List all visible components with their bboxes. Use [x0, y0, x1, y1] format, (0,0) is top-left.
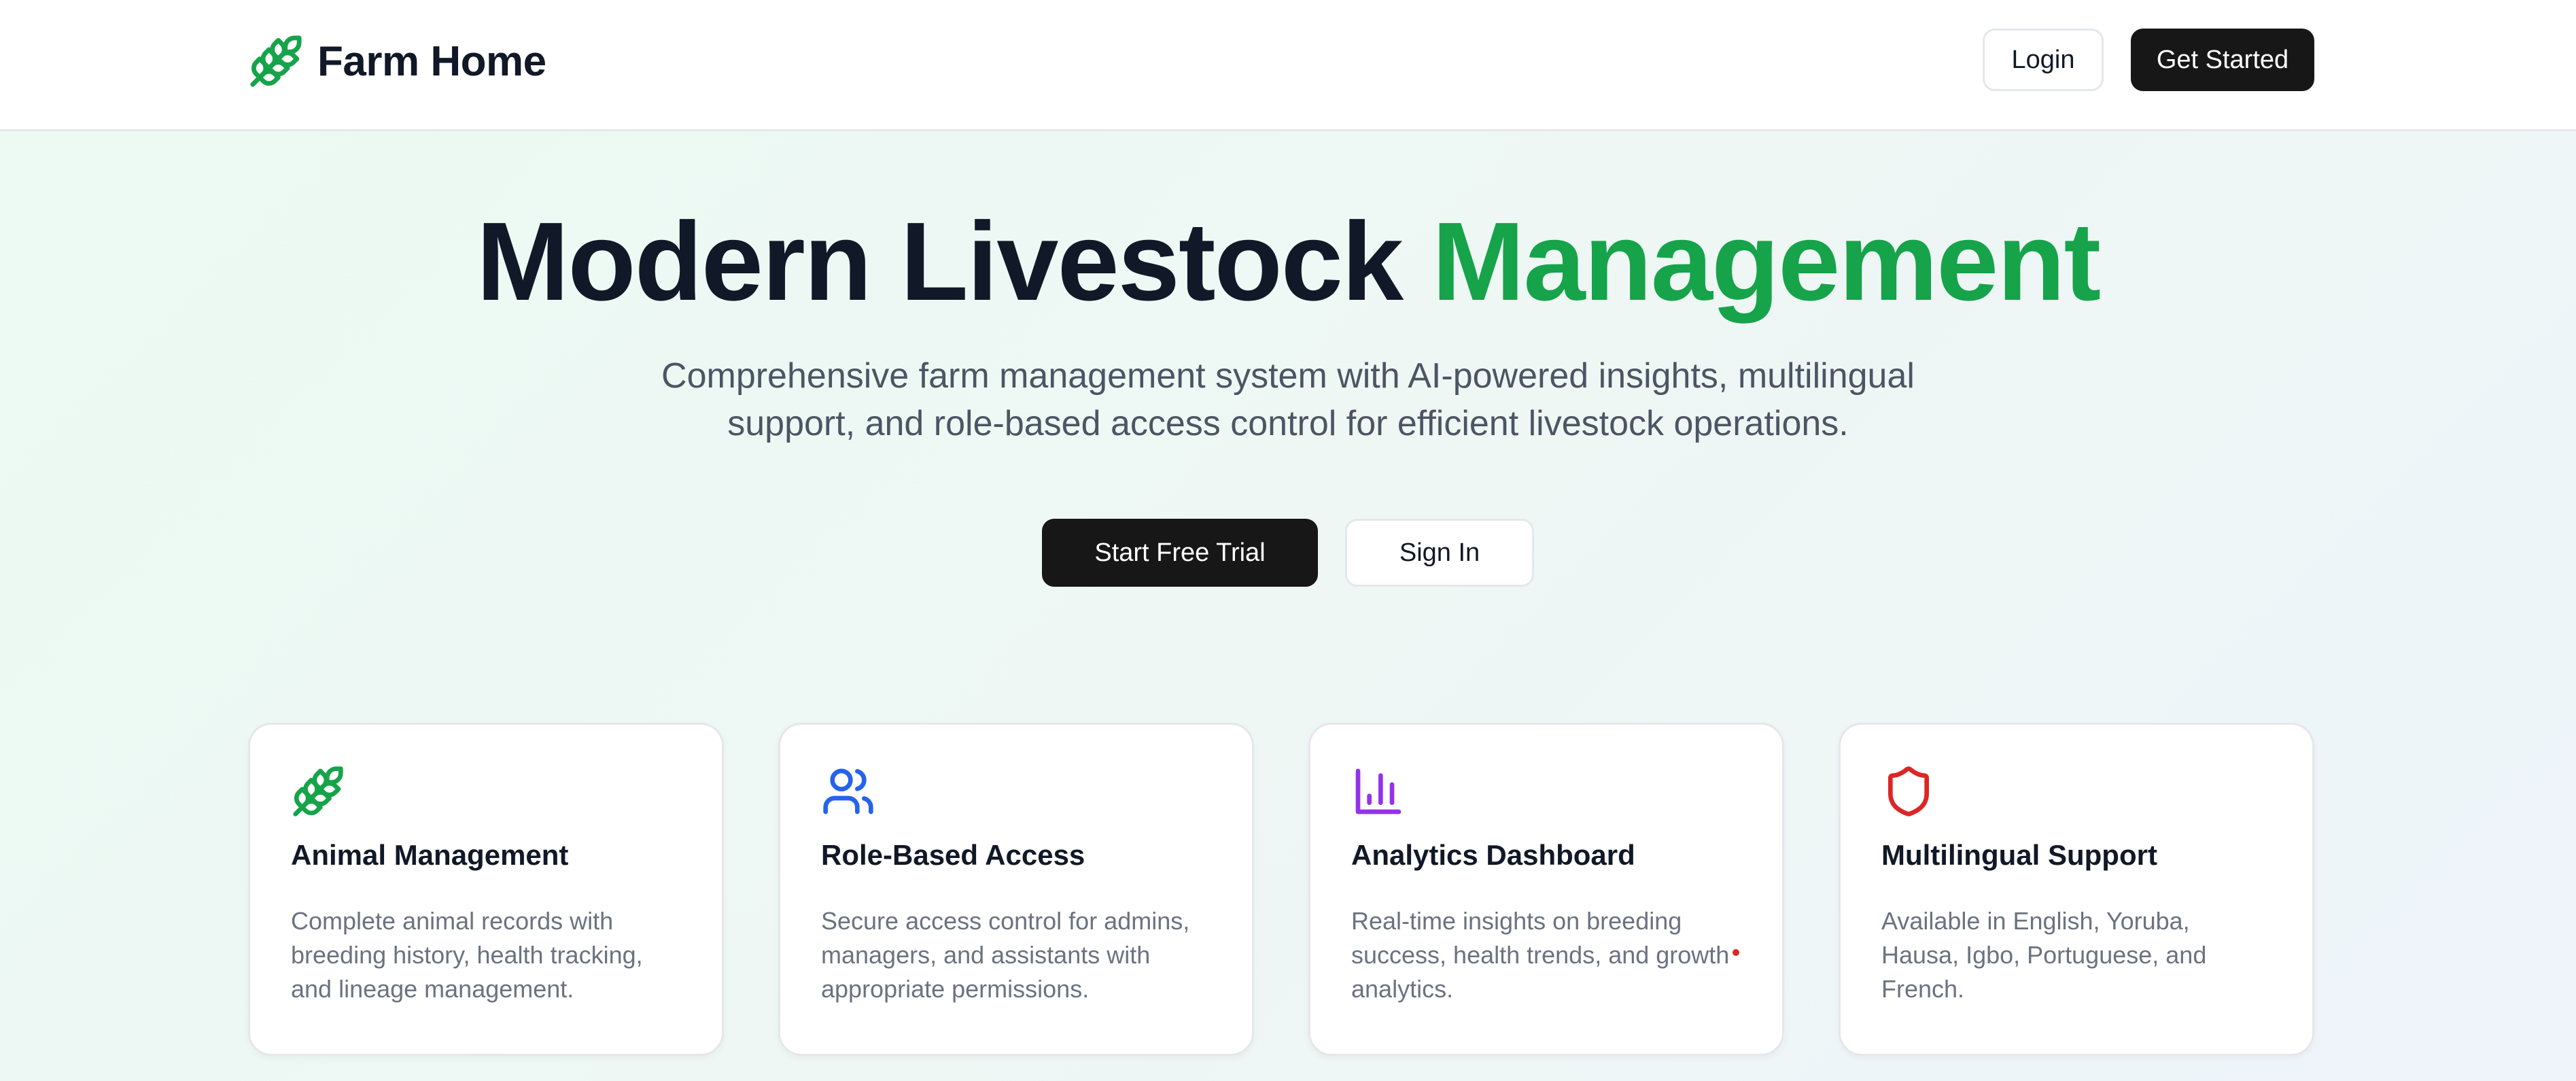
hero-section: Modern Livestock Management Comprehensiv… — [0, 131, 2576, 1081]
hero-title-main: Modern Livestock — [476, 199, 1404, 324]
shield-icon — [1881, 764, 1936, 819]
hero-actions: Start Free Trial Sign In — [0, 519, 2576, 587]
card-description: Available in English, Yoruba, Hausa, Igb… — [1881, 907, 2207, 1003]
brand-name: Farm Home — [317, 37, 546, 85]
indicator-dot — [1733, 949, 1739, 956]
feature-card-role-based-access: Role-Based Access Secure access control … — [778, 723, 1254, 1056]
card-title: Analytics Dashboard — [1351, 839, 1635, 871]
card-description: Complete animal records with breeding hi… — [291, 907, 643, 1003]
login-button[interactable]: Login — [1983, 29, 2104, 91]
hero-subtitle: Comprehensive farm management system wit… — [661, 356, 1915, 443]
landing-page: Farm Home Login Get Started Modern Lives… — [0, 0, 2576, 1081]
hero-title-accent: Management — [1431, 199, 2101, 324]
top-navbar: Farm Home Login Get Started — [0, 0, 2576, 131]
feature-card-animal-management: Animal Management Complete animal record… — [248, 723, 724, 1056]
wheat-icon — [291, 764, 345, 819]
card-title: Role-Based Access — [821, 839, 1085, 871]
sign-in-button[interactable]: Sign In — [1345, 519, 1534, 587]
card-title: Animal Management — [291, 839, 569, 871]
feature-card-analytics-dashboard: Analytics Dashboard Real-time insights o… — [1308, 723, 1784, 1056]
card-description: Real-time insights on breeding success, … — [1351, 907, 1730, 1003]
bar-chart-icon — [1351, 764, 1406, 819]
feature-cards: Animal Management Complete animal record… — [248, 723, 2314, 1056]
hero-title: Modern Livestock Management — [0, 206, 2576, 318]
users-icon — [821, 764, 875, 819]
get-started-button[interactable]: Get Started — [2131, 29, 2314, 91]
card-description: Secure access control for admins, manage… — [821, 907, 1190, 1003]
feature-card-multilingual-support: Multilingual Support Available in Englis… — [1839, 723, 2314, 1056]
brand-logo[interactable]: Farm Home — [248, 31, 546, 91]
nav-actions: Login Get Started — [1983, 29, 2314, 91]
card-title: Multilingual Support — [1881, 839, 2157, 871]
start-free-trial-button[interactable]: Start Free Trial — [1042, 519, 1318, 587]
wheat-icon — [248, 33, 304, 89]
